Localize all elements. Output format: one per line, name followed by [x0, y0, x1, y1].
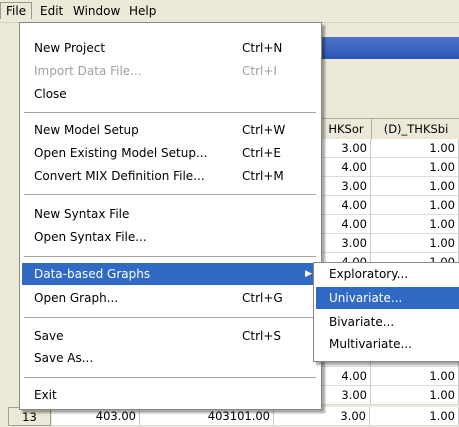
submenu-item-exploratory[interactable]: Exploratory... — [316, 263, 459, 285]
table-cell[interactable]: 3.00 — [320, 234, 371, 253]
file-menu-dropdown: New Project Ctrl+N Import Data File... C… — [19, 22, 322, 410]
menu-edit[interactable]: Edit — [35, 3, 68, 19]
submenu-arrow-icon: ▶ — [305, 269, 312, 279]
menu-item-save[interactable]: Save Ctrl+S — [22, 325, 318, 347]
menu-separator — [24, 317, 316, 318]
menu-item-new-syntax-file[interactable]: New Syntax File — [22, 203, 318, 225]
menu-item-label: Save As... — [34, 351, 94, 365]
menu-item-shortcut: Ctrl+G — [242, 291, 283, 305]
menubar: File Edit Window Help — [0, 0, 459, 23]
menu-item-label: Save — [34, 329, 64, 343]
data-based-graphs-submenu: Exploratory... Univariate... Bivariate..… — [313, 262, 459, 362]
menu-window[interactable]: Window — [68, 3, 125, 19]
table-cell[interactable]: 4.00 — [320, 196, 371, 215]
column-header[interactable]: HKSor — [320, 118, 372, 140]
table-cell[interactable]: 4.00 — [320, 158, 371, 177]
menu-item-shortcut: Ctrl+E — [242, 146, 281, 160]
menu-separator — [24, 256, 316, 257]
menu-item-label: New Project — [34, 41, 106, 55]
submenu-item-bivariate[interactable]: Bivariate... — [316, 311, 459, 333]
menu-item-exit[interactable]: Exit — [22, 384, 318, 406]
menu-separator — [24, 112, 316, 113]
table-cell[interactable]: 1.00 — [371, 234, 459, 253]
menu-item-import-data-file: Import Data File... Ctrl+I — [22, 60, 318, 82]
table-cell[interactable]: 3.00 — [320, 386, 371, 405]
menu-item-label: New Syntax File — [34, 207, 130, 221]
submenu-item-label: Bivariate... — [329, 315, 395, 329]
menu-item-label: Open Graph... — [34, 291, 119, 305]
window-title-bar — [320, 37, 459, 59]
menu-item-label: Open Existing Model Setup... — [34, 146, 208, 160]
menu-item-label: Convert MIX Definition File... — [34, 169, 205, 183]
table-cell[interactable]: 4.00 — [320, 367, 371, 386]
menu-file[interactable]: File — [0, 2, 33, 19]
menu-item-shortcut: Ctrl+N — [242, 41, 283, 55]
table-cell[interactable]: 1.00 — [371, 177, 459, 196]
menu-item-open-syntax-file[interactable]: Open Syntax File... — [22, 226, 318, 248]
table-cell[interactable]: 1.00 — [371, 196, 459, 215]
submenu-item-multivariate[interactable]: Multivariate... — [316, 333, 459, 355]
table-cell[interactable]: 3.00 — [320, 139, 371, 158]
table-cell[interactable]: 1.00 — [371, 367, 459, 386]
menu-item-new-project[interactable]: New Project Ctrl+N — [22, 37, 318, 59]
column-header[interactable]: (D)_THKSbi — [371, 118, 459, 140]
table-cell[interactable]: 1.00 — [371, 158, 459, 177]
table-cell[interactable]: 1.00 — [371, 386, 459, 405]
submenu-item-univariate[interactable]: Univariate... — [316, 287, 459, 309]
menu-item-shortcut: Ctrl+W — [242, 123, 286, 137]
menu-help[interactable]: Help — [124, 3, 161, 19]
menu-item-new-model-setup[interactable]: New Model Setup Ctrl+W — [22, 119, 318, 141]
menu-item-shortcut: Ctrl+M — [242, 169, 284, 183]
menu-item-close[interactable]: Close — [22, 83, 318, 105]
menu-item-save-as[interactable]: Save As... — [22, 347, 318, 369]
menu-item-data-based-graphs[interactable]: Data-based Graphs ▶ — [22, 263, 318, 285]
table-cell[interactable]: 1.00 — [370, 407, 459, 426]
table-cell[interactable]: 4.00 — [320, 215, 371, 234]
menu-separator — [24, 377, 316, 378]
submenu-item-label: Univariate... — [329, 291, 403, 305]
menu-item-convert-mix-definition[interactable]: Convert MIX Definition File... Ctrl+M — [22, 165, 318, 187]
submenu-item-label: Exploratory... — [329, 267, 409, 281]
menu-item-label: Import Data File... — [34, 64, 142, 78]
menu-item-label: Exit — [34, 388, 57, 402]
submenu-item-label: Multivariate... — [329, 337, 412, 351]
menu-item-label: Open Syntax File... — [34, 230, 147, 244]
menu-item-open-existing-model-setup[interactable]: Open Existing Model Setup... Ctrl+E — [22, 142, 318, 164]
table-cell[interactable]: 1.00 — [371, 215, 459, 234]
menu-item-label: Data-based Graphs — [34, 267, 151, 281]
menu-item-open-graph[interactable]: Open Graph... Ctrl+G — [22, 287, 318, 309]
menu-item-label: New Model Setup — [34, 123, 139, 137]
menu-item-shortcut: Ctrl+I — [242, 64, 277, 78]
menu-item-label: Close — [34, 87, 67, 101]
menu-separator — [24, 194, 316, 195]
table-cell[interactable]: 1.00 — [371, 139, 459, 158]
menu-item-shortcut: Ctrl+S — [242, 329, 282, 343]
table-cell[interactable]: 3.00 — [320, 177, 371, 196]
